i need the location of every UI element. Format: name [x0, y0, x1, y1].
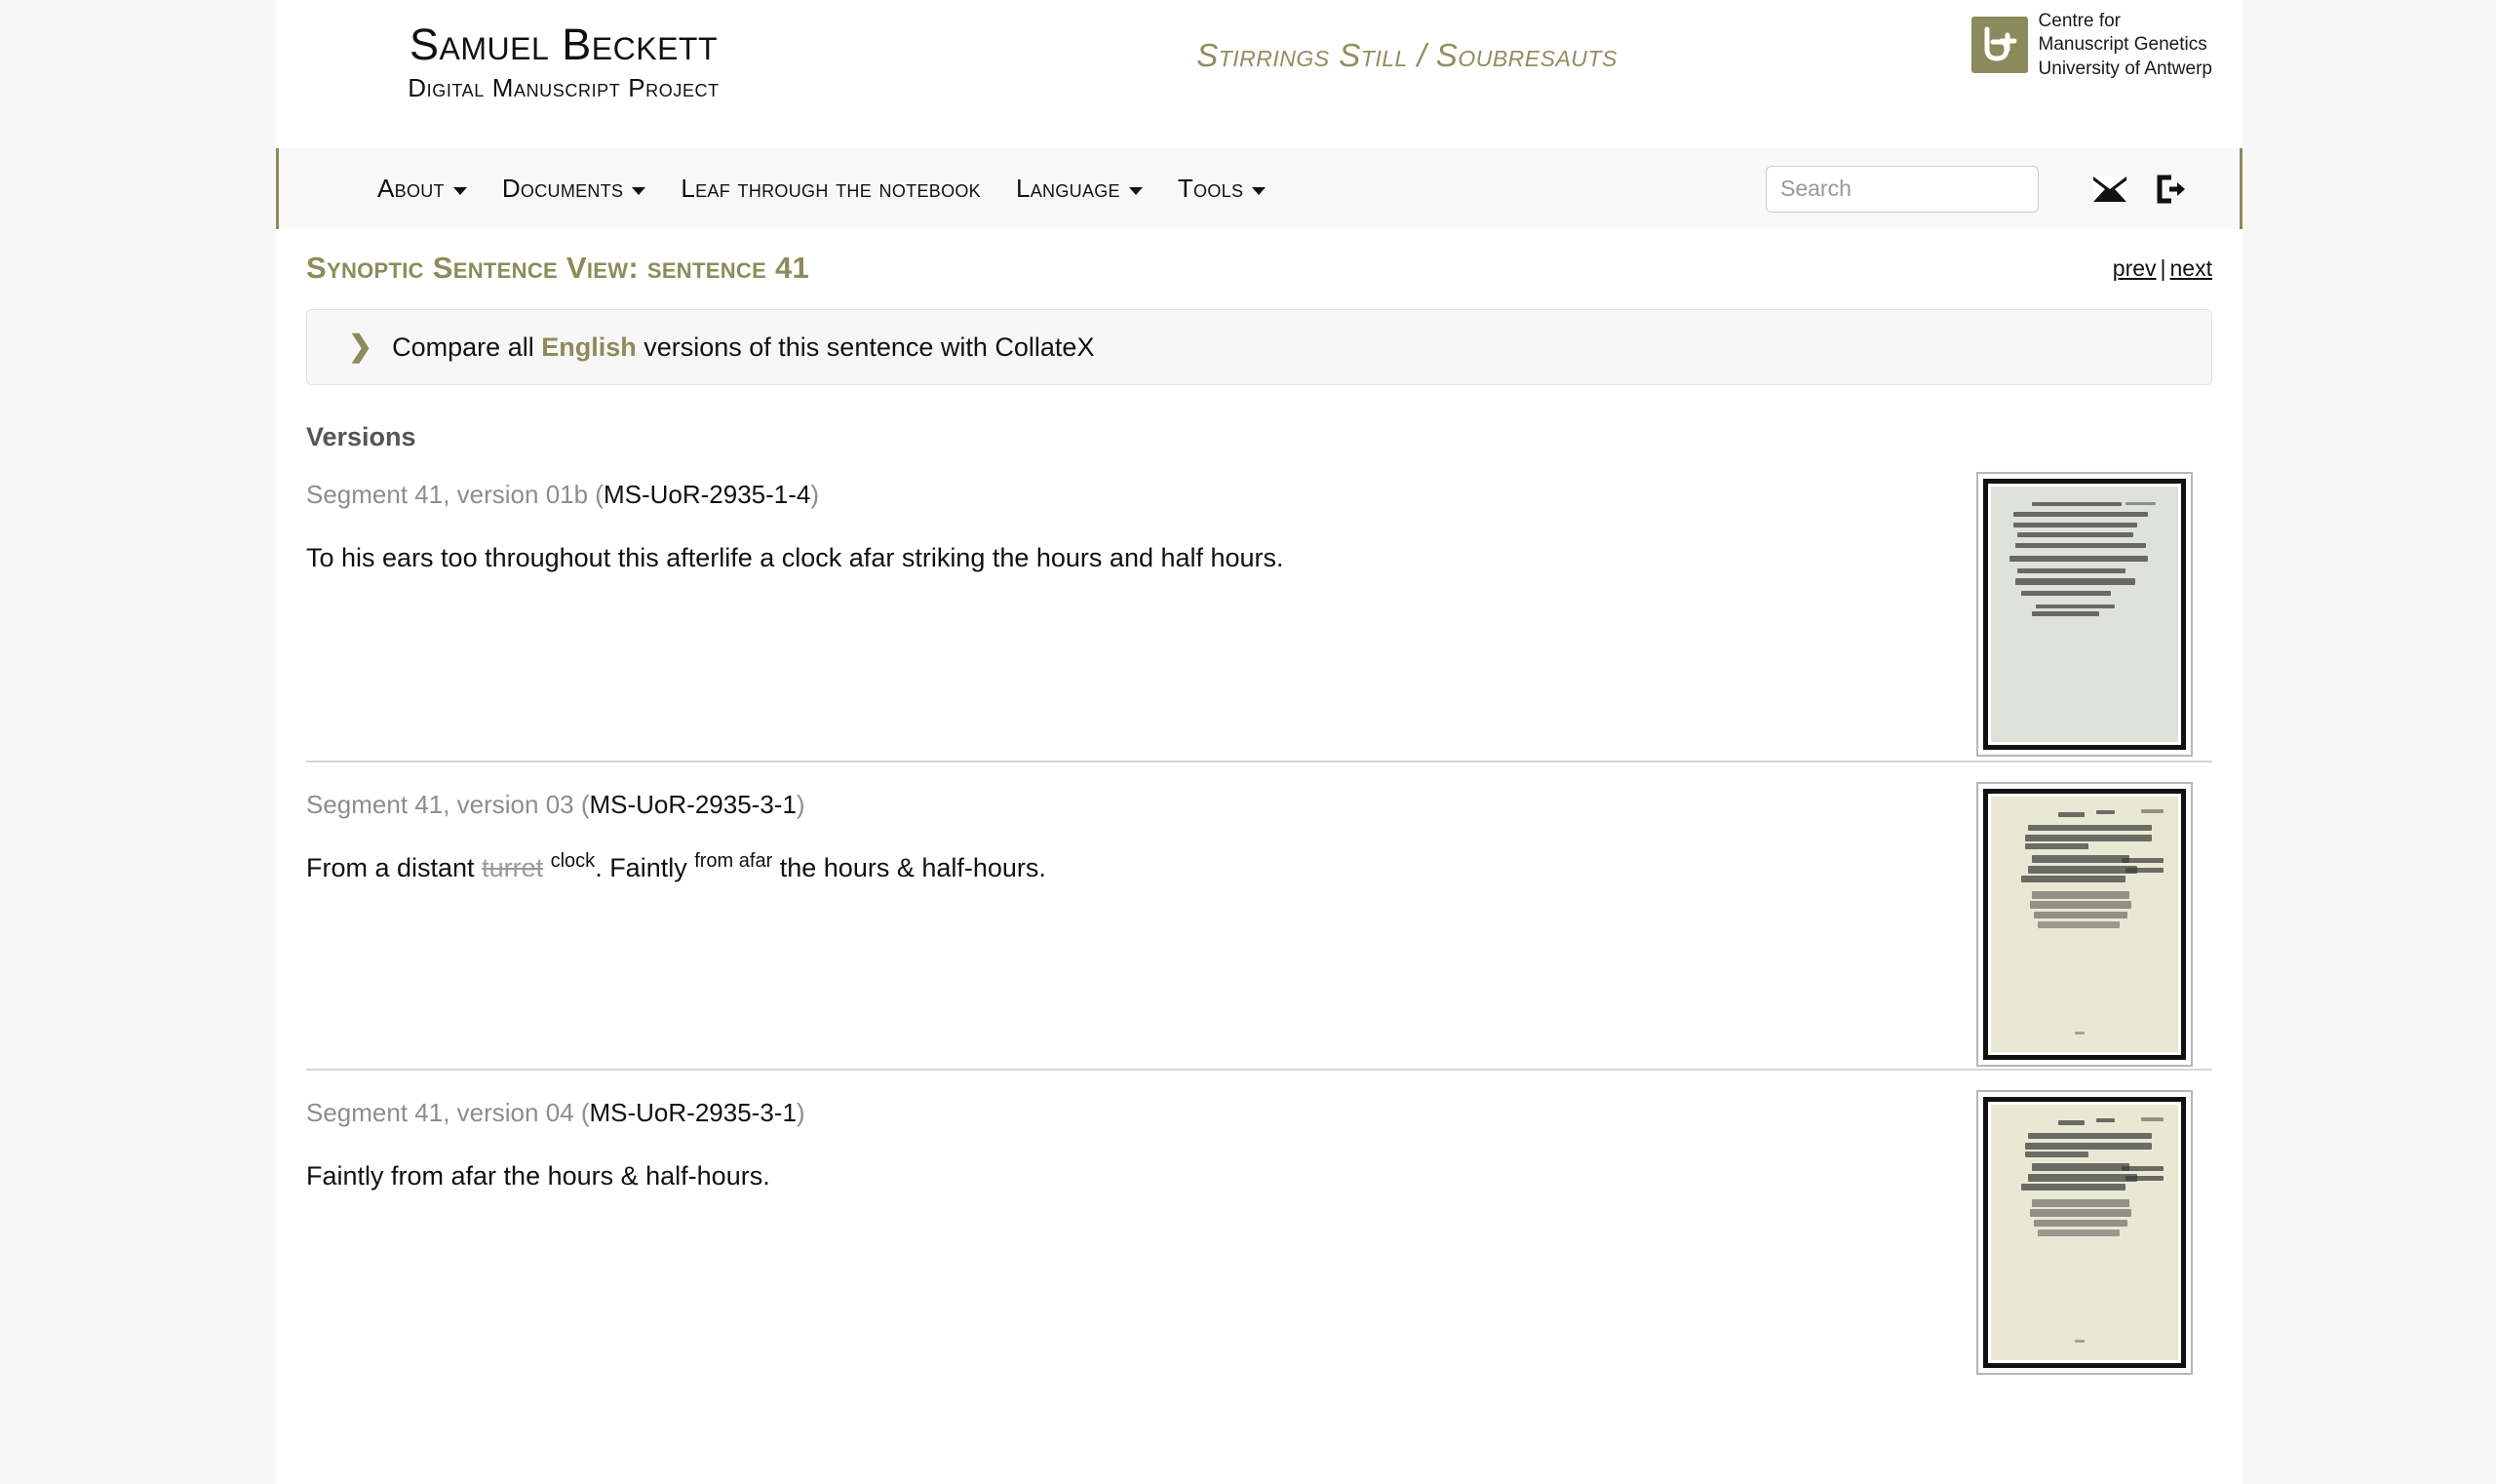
nav-item-tools-label: Tools: [1177, 174, 1244, 203]
nav-item-tools[interactable]: Tools: [1160, 174, 1283, 204]
navbar-right-group: [1766, 148, 2201, 229]
text-plain: [543, 853, 551, 882]
cmg-logo[interactable]: Centre for Manuscript Genetics Universit…: [1970, 10, 2212, 81]
cmg-logo-line-3: University of Antwerp: [2038, 58, 2212, 79]
chevron-right-icon: ❯: [348, 331, 373, 363]
cmg-logo-text: Centre for Manuscript Genetics Universit…: [2039, 10, 2212, 81]
version-header: Segment 41, version 04 (MS-UoR-2935-3-1): [306, 1098, 2212, 1128]
chevron-down-icon: [632, 186, 646, 195]
version-transcription: Faintly from afar the hours & half-hours…: [306, 1161, 770, 1191]
nav-item-language[interactable]: Language: [998, 174, 1160, 204]
next-link[interactable]: next: [2170, 255, 2212, 281]
chevron-down-icon: [452, 186, 467, 195]
version-header-suffix: ): [796, 1098, 805, 1127]
version-header: Segment 41, version 01b (MS-UoR-2935-1-4…: [306, 480, 2212, 510]
work-title: Stirrings Still / Soubresauts: [1196, 37, 1618, 73]
nav-item-list: About Documents Leaf through the noteboo…: [360, 174, 1283, 204]
site-branding[interactable]: Samuel Beckett Digital Manuscript Projec…: [354, 21, 773, 103]
chevron-down-icon: [1128, 186, 1143, 195]
sign-out-icon[interactable]: [2140, 159, 2201, 219]
main-navbar: About Documents Leaf through the noteboo…: [276, 148, 2242, 229]
text-plain: . Faintly: [595, 853, 695, 882]
manuscript-page-image: [1988, 484, 2181, 745]
version-block: Segment 41, version 01b (MS-UoR-2935-1-4…: [306, 452, 2212, 761]
nav-item-leaf-through-notebook[interactable]: Leaf through the notebook: [663, 174, 998, 204]
version-transcription: To his ears too throughout this afterlif…: [306, 543, 1284, 572]
version-header-prefix: Segment 41, version 03 (: [306, 790, 590, 819]
collate-suffix: versions of this sentence with CollateX: [636, 332, 1095, 362]
added-text: clock: [550, 850, 596, 872]
page-title: Synoptic Sentence View: sentence 41: [306, 251, 810, 285]
cmg-logo-line-1: Centre for: [2038, 11, 2122, 31]
added-text: from afar: [694, 850, 773, 872]
manuscript-thumbnail[interactable]: [1976, 472, 2193, 757]
manuscript-thumbnail-frame: [1983, 479, 2186, 750]
nav-item-leaf-label: Leaf through the notebook: [681, 174, 981, 203]
collate-prefix: Compare all: [392, 332, 542, 362]
versions-section-label: Versions: [306, 422, 416, 451]
version-sigil: MS-UoR-2935-1-4: [603, 480, 811, 509]
content-container: Samuel Beckett Digital Manuscript Projec…: [276, 0, 2242, 1484]
version-header-prefix: Segment 41, version 04 (: [306, 1098, 590, 1127]
pager-separator: |: [2160, 255, 2166, 281]
pager-nav: prev | next: [2113, 255, 2212, 282]
version-transcription: From a distant turret clock. Faintly fro…: [306, 849, 1769, 887]
version-header-suffix: ): [796, 790, 805, 819]
version-header-prefix: Segment 41, version 01b (: [306, 480, 604, 509]
collatex-compare-bar[interactable]: ❯ Compare all English versions of this s…: [306, 309, 2212, 385]
page-root: Samuel Beckett Digital Manuscript Projec…: [0, 0, 2496, 1484]
main-content: Synoptic Sentence View: sentence 41 prev…: [276, 229, 2242, 1377]
version-header-suffix: ): [810, 480, 820, 509]
manuscript-thumbnail[interactable]: [1976, 782, 2193, 1067]
masthead: Samuel Beckett Digital Manuscript Projec…: [276, 0, 2242, 148]
collate-language-highlight: English: [541, 332, 637, 362]
nav-item-documents-label: Documents: [501, 174, 624, 203]
nav-item-language-label: Language: [1015, 174, 1120, 203]
version-header: Segment 41, version 03 (MS-UoR-2935-3-1): [306, 790, 2212, 820]
prev-link[interactable]: prev: [2113, 255, 2157, 281]
chevron-down-icon: [1252, 186, 1267, 195]
version-sigil: MS-UoR-2935-3-1: [589, 790, 797, 819]
manuscript-thumbnail-frame: [1983, 789, 2186, 1060]
version-block: Segment 41, version 03 (MS-UoR-2935-3-1)…: [306, 761, 2212, 1069]
manuscript-thumbnail-frame: [1983, 1097, 2186, 1368]
manuscript-page-image: [1988, 794, 2181, 1055]
search-input[interactable]: [1766, 165, 2039, 213]
nav-item-about-label: About: [377, 174, 445, 203]
version-block: Segment 41, version 04 (MS-UoR-2935-3-1)…: [306, 1069, 2212, 1377]
site-subtitle: Digital Manuscript Project: [408, 73, 720, 103]
heading-row: Synoptic Sentence View: sentence 41 prev…: [306, 229, 2212, 303]
cmg-logo-mark-icon: [1970, 17, 2028, 74]
text-plain: From a distant: [306, 853, 483, 882]
site-title: Samuel Beckett: [409, 20, 719, 69]
mail-icon[interactable]: [2080, 159, 2140, 219]
deleted-text: turret: [482, 853, 544, 882]
version-sigil: MS-UoR-2935-3-1: [589, 1098, 797, 1127]
text-plain: the hours & half-hours.: [772, 853, 1046, 882]
nav-item-about[interactable]: About: [360, 174, 485, 204]
cmg-logo-line-2: Manuscript Genetics: [2038, 34, 2207, 56]
manuscript-page-image: [1988, 1102, 2181, 1363]
manuscript-thumbnail[interactable]: [1976, 1090, 2193, 1375]
nav-item-documents[interactable]: Documents: [485, 174, 663, 204]
collatex-compare-label: Compare all English versions of this sen…: [392, 332, 1094, 363]
